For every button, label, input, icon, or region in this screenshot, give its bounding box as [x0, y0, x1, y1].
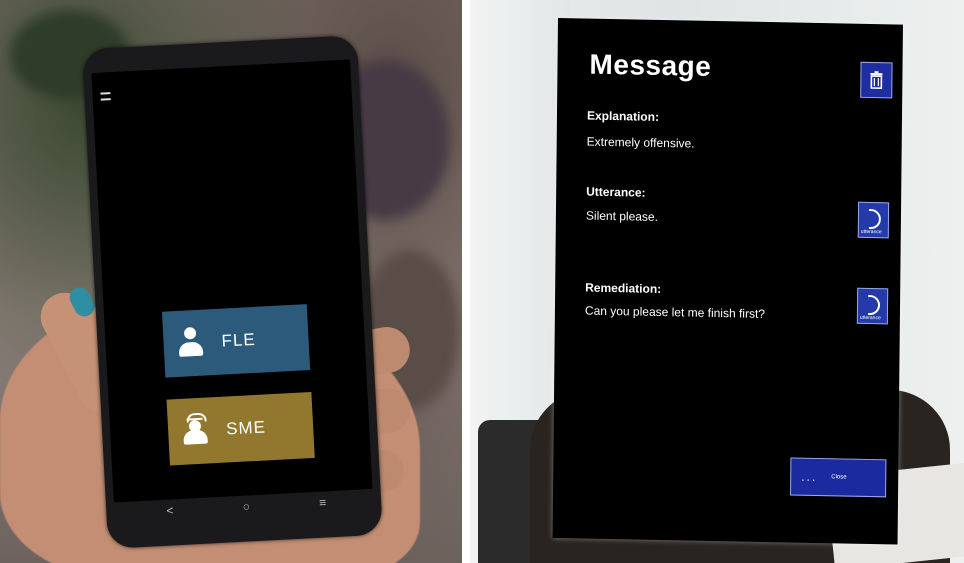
- image-divider: [462, 0, 470, 563]
- hamburger-menu-icon[interactable]: [100, 92, 111, 101]
- message-dialog: Message Explanation: Extremely offensive…: [552, 18, 903, 545]
- dialog-title: Message: [589, 48, 712, 82]
- home-nav-icon[interactable]: ○: [242, 499, 250, 513]
- delete-button[interactable]: [860, 61, 893, 99]
- close-button[interactable]: ... Close: [790, 457, 887, 498]
- play-remediation-button[interactable]: utterance: [856, 287, 889, 325]
- android-nav-bar: < ○ ≡: [166, 495, 327, 517]
- utterance-text: Silent please.: [585, 208, 659, 224]
- ar-photo-panel: Message Explanation: Extremely offensive…: [470, 0, 964, 563]
- fle-button-label: FLE: [221, 329, 257, 351]
- explanation-label: Explanation:: [586, 108, 660, 124]
- back-nav-icon[interactable]: <: [166, 503, 174, 517]
- helmet-person-icon: [181, 412, 209, 447]
- smartphone: FLE SME < ○ ≡: [82, 35, 383, 549]
- sme-button-label: SME: [225, 417, 267, 439]
- speech-icon: [867, 294, 881, 316]
- recents-nav-icon[interactable]: ≡: [319, 495, 327, 509]
- phone-photo-panel: FLE SME < ○ ≡: [0, 0, 462, 563]
- play-utterance-button[interactable]: utterance: [857, 201, 890, 239]
- speech-icon: [868, 208, 882, 230]
- utterance-label: Utterance:: [586, 184, 646, 200]
- explanation-text: Extremely offensive.: [586, 134, 695, 151]
- remediation-button-caption: utterance: [859, 314, 881, 322]
- trash-icon: [870, 71, 883, 90]
- close-dots: ...: [801, 469, 818, 485]
- sme-button[interactable]: SME: [166, 392, 315, 466]
- close-button-label: Close: [831, 474, 847, 481]
- fle-button[interactable]: FLE: [161, 304, 311, 378]
- remediation-text: Can you please let me finish first?: [584, 303, 766, 321]
- phone-screen: FLE SME: [91, 59, 373, 503]
- remediation-label: Remediation:: [585, 280, 662, 296]
- utterance-button-caption: utterance: [860, 228, 882, 236]
- person-icon: [177, 326, 205, 360]
